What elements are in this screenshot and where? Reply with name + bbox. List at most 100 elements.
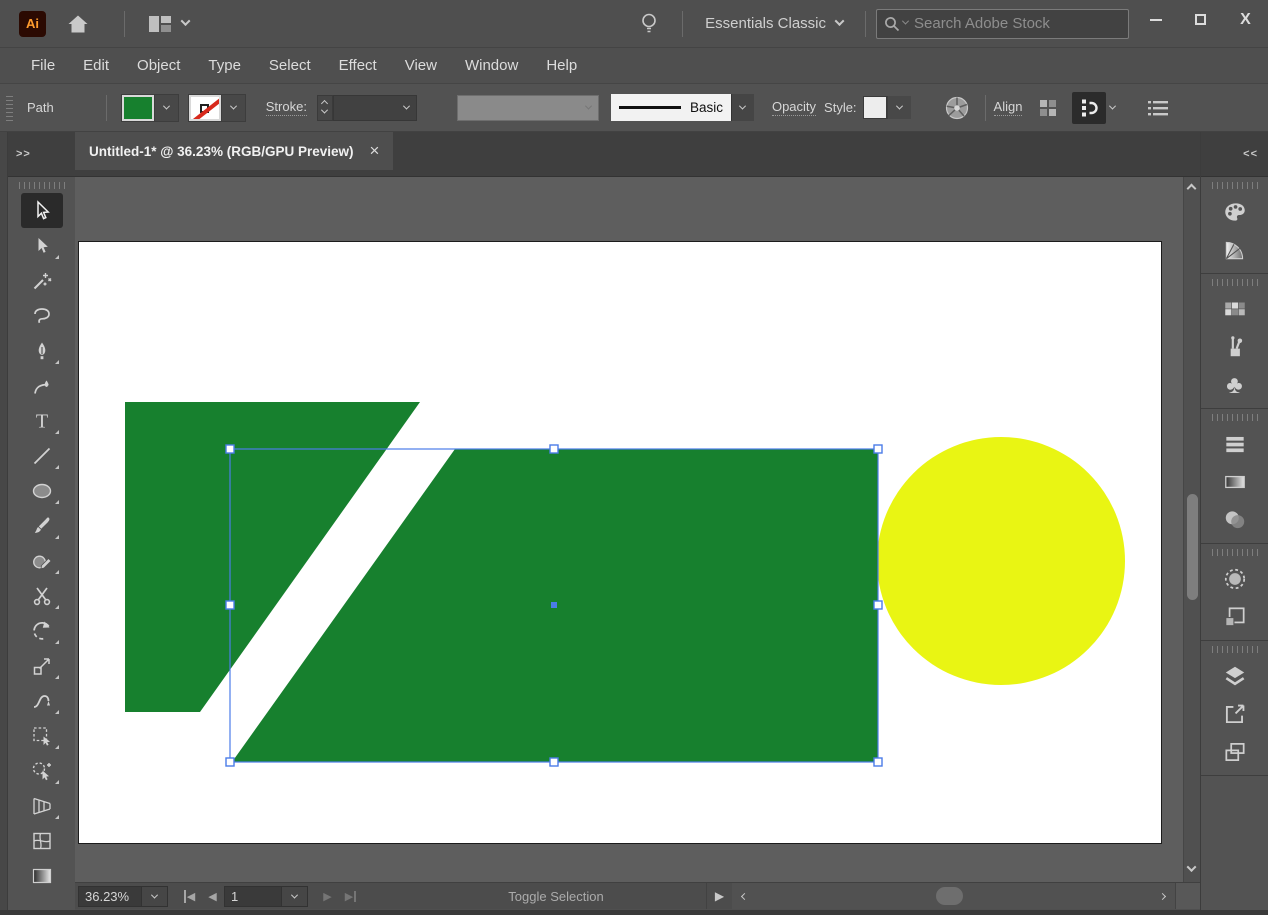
width-tool[interactable] bbox=[21, 683, 63, 718]
panel-grip[interactable] bbox=[1212, 182, 1258, 189]
discover-button[interactable] bbox=[626, 4, 672, 44]
perspective-grid-tool[interactable] bbox=[21, 788, 63, 823]
zoom-field[interactable]: 36.23% bbox=[78, 886, 142, 907]
app-logo-icon[interactable]: Ai bbox=[19, 11, 46, 37]
paintbrush-tool[interactable] bbox=[21, 508, 63, 543]
zoom-dropdown[interactable] bbox=[142, 886, 168, 907]
stroke-color-swatch[interactable] bbox=[189, 95, 221, 121]
yellow-circle[interactable] bbox=[877, 437, 1125, 685]
transparency-panel-button[interactable] bbox=[1212, 501, 1258, 539]
menu-file[interactable]: File bbox=[17, 48, 69, 84]
horizontal-scrollbar[interactable] bbox=[732, 883, 1175, 909]
ellipse-tool[interactable] bbox=[21, 473, 63, 508]
previous-artboard-button[interactable]: ◀ bbox=[201, 890, 224, 903]
search-input[interactable] bbox=[914, 15, 1122, 32]
panel-grip[interactable] bbox=[1212, 549, 1258, 556]
artboard-field[interactable]: 1 bbox=[224, 886, 282, 907]
vertical-scrollbar[interactable] bbox=[1183, 177, 1200, 882]
align-label[interactable]: Align bbox=[994, 99, 1023, 116]
direct-selection-tool[interactable] bbox=[21, 228, 63, 263]
asset-export-panel-button[interactable] bbox=[1212, 695, 1258, 733]
fill-color-dropdown[interactable] bbox=[154, 95, 178, 121]
menu-window[interactable]: Window bbox=[451, 48, 532, 84]
scroll-up-icon[interactable] bbox=[1187, 184, 1197, 194]
swatches-panel-button[interactable] bbox=[1212, 290, 1258, 328]
selection-handle[interactable] bbox=[874, 758, 882, 766]
scale-tool[interactable] bbox=[21, 648, 63, 683]
pen-tool[interactable] bbox=[21, 333, 63, 368]
last-artboard-button[interactable]: ▶ bbox=[339, 890, 362, 903]
brushes-panel-button[interactable] bbox=[1212, 328, 1258, 366]
selection-handle[interactable] bbox=[226, 445, 234, 453]
status-options-button[interactable]: ▶ bbox=[706, 883, 732, 909]
color-panel-button[interactable] bbox=[1212, 193, 1258, 231]
menu-type[interactable]: Type bbox=[194, 48, 255, 84]
pencil-tool[interactable] bbox=[21, 543, 63, 578]
toolbar-grip[interactable] bbox=[19, 182, 65, 189]
gradient-tool[interactable] bbox=[21, 858, 63, 893]
graphic-styles-panel-button[interactable] bbox=[1212, 598, 1258, 636]
rotate-tool[interactable] bbox=[21, 613, 63, 648]
free-transform-tool[interactable] bbox=[21, 718, 63, 753]
maximize-button[interactable] bbox=[1178, 0, 1223, 40]
type-tool[interactable]: T bbox=[21, 403, 63, 438]
fill-color-swatch[interactable] bbox=[122, 95, 154, 121]
magic-wand-tool[interactable] bbox=[21, 263, 63, 298]
stroke-weight-label[interactable]: Stroke: bbox=[266, 99, 307, 116]
first-artboard-button[interactable]: ◀ bbox=[178, 890, 201, 903]
document-tab[interactable]: Untitled-1* @ 36.23% (RGB/GPU Preview) × bbox=[75, 132, 393, 170]
selection-tool[interactable] bbox=[21, 193, 63, 228]
selection-handle[interactable] bbox=[874, 445, 882, 453]
gradient-panel-button[interactable] bbox=[1212, 463, 1258, 501]
recolor-artwork-button[interactable] bbox=[937, 91, 977, 125]
stroke-panel-button[interactable] bbox=[1212, 425, 1258, 463]
minimize-button[interactable] bbox=[1133, 0, 1178, 40]
panel-grip[interactable] bbox=[6, 95, 13, 121]
menu-edit[interactable]: Edit bbox=[69, 48, 123, 84]
lasso-tool[interactable] bbox=[21, 298, 63, 333]
home-button[interactable] bbox=[54, 4, 102, 44]
scissors-tool[interactable] bbox=[21, 578, 63, 613]
fill-color-control[interactable] bbox=[121, 94, 179, 122]
panel-grip[interactable] bbox=[1212, 646, 1258, 653]
brush-definition-dropdown[interactable]: Basic bbox=[611, 94, 731, 121]
artboards-panel-button[interactable] bbox=[1212, 733, 1258, 771]
align-objects-button[interactable] bbox=[1030, 91, 1066, 125]
stroke-weight-dropdown[interactable] bbox=[333, 95, 417, 121]
selection-handle[interactable] bbox=[226, 758, 234, 766]
scroll-left-icon[interactable] bbox=[741, 892, 748, 899]
toolbar-collapse-button[interactable]: >> bbox=[8, 132, 75, 177]
panel-grip[interactable] bbox=[1212, 279, 1258, 286]
arrange-documents-button[interactable] bbox=[135, 4, 201, 44]
menu-view[interactable]: View bbox=[391, 48, 451, 84]
symbols-panel-button[interactable]: ♣ bbox=[1212, 366, 1258, 404]
tab-close-icon[interactable]: × bbox=[369, 141, 379, 161]
vertical-scroll-thumb[interactable] bbox=[1187, 494, 1198, 600]
line-segment-tool[interactable] bbox=[21, 438, 63, 473]
appearance-panel-button[interactable] bbox=[1212, 560, 1258, 598]
selection-handle[interactable] bbox=[550, 758, 558, 766]
stroke-weight-stepper[interactable] bbox=[317, 95, 333, 121]
stroke-color-dropdown[interactable] bbox=[221, 95, 245, 121]
canvas[interactable] bbox=[75, 177, 1183, 882]
panel-collapse-button[interactable]: << bbox=[1201, 132, 1268, 177]
curvature-tool[interactable] bbox=[21, 368, 63, 403]
graphic-style-control[interactable] bbox=[863, 96, 911, 119]
close-button[interactable]: X bbox=[1223, 0, 1268, 40]
canvas-svg[interactable] bbox=[75, 177, 1183, 882]
menu-effect[interactable]: Effect bbox=[325, 48, 391, 84]
artboard-dropdown[interactable] bbox=[282, 886, 308, 907]
workspace-switcher[interactable]: Essentials Classic bbox=[693, 4, 855, 44]
align-options-button[interactable] bbox=[1072, 92, 1106, 124]
stroke-color-control[interactable] bbox=[188, 94, 246, 122]
mesh-tool[interactable] bbox=[21, 823, 63, 858]
scroll-right-icon[interactable] bbox=[1159, 892, 1166, 899]
shape-builder-tool[interactable] bbox=[21, 753, 63, 788]
graphic-style-dropdown[interactable] bbox=[887, 96, 911, 119]
selection-handle[interactable] bbox=[874, 601, 882, 609]
selection-handle[interactable] bbox=[226, 601, 234, 609]
opacity-label[interactable]: Opacity bbox=[772, 99, 816, 116]
options-menu-button[interactable] bbox=[1139, 91, 1177, 125]
brush-definition-chevron[interactable] bbox=[731, 94, 754, 121]
next-artboard-button[interactable]: ▶ bbox=[316, 890, 339, 903]
